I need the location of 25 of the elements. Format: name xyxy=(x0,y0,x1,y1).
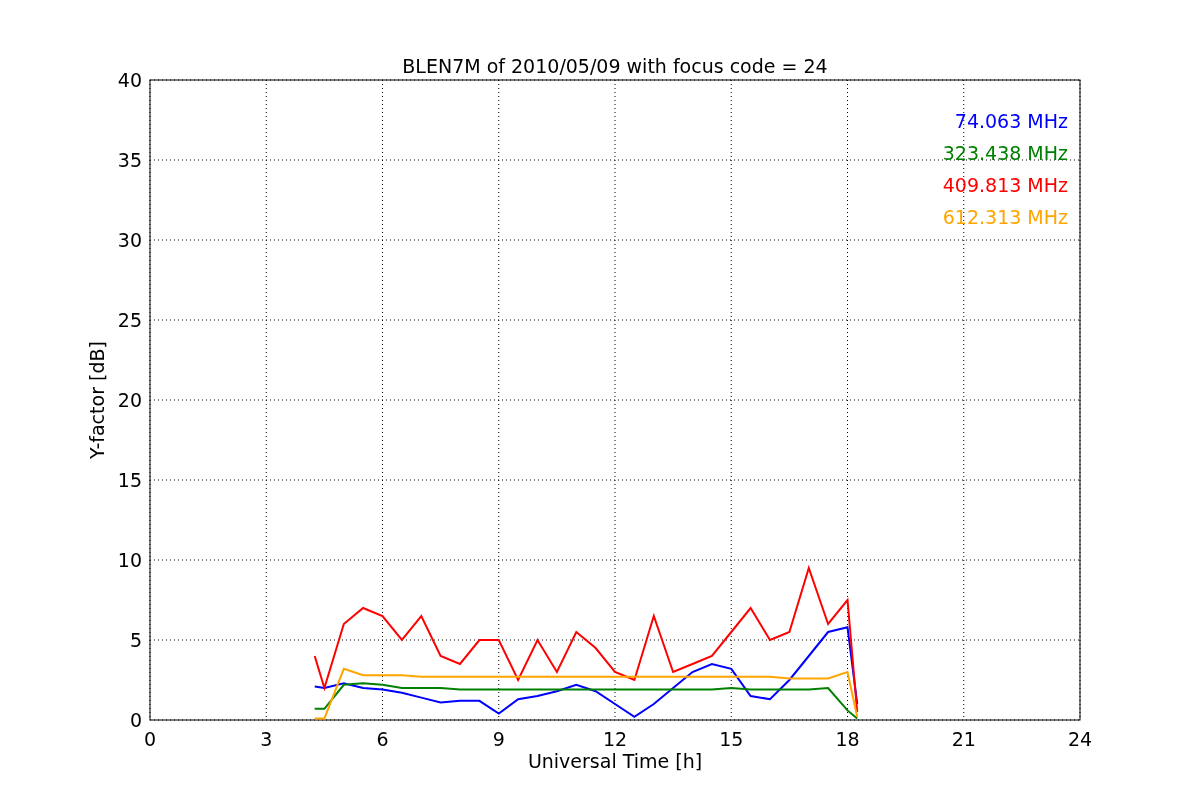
y-tick-label: 15 xyxy=(117,469,142,491)
x-tick-label: 6 xyxy=(376,728,389,750)
chart-title: BLEN7M of 2010/05/09 with focus code = 24 xyxy=(402,55,828,77)
y-tick-label: 35 xyxy=(117,149,142,171)
x-tick-label: 9 xyxy=(492,728,505,750)
y-tick-label: 10 xyxy=(117,549,142,571)
x-tick-label: 3 xyxy=(260,728,273,750)
y-tick-label: 40 xyxy=(117,69,142,91)
x-tick-label: 15 xyxy=(719,728,744,750)
legend-label: 612.313 MHz xyxy=(942,206,1068,228)
x-axis-label: Universal Time [h] xyxy=(527,750,703,772)
y-tick-label: 30 xyxy=(117,229,142,251)
y-axis-label: Y-factor [dB] xyxy=(86,341,108,459)
legend-label: 323.438 MHz xyxy=(942,142,1068,164)
legend-label: 409.813 MHz xyxy=(942,174,1068,196)
y-tick-label: 5 xyxy=(129,629,142,651)
x-tick-label: 18 xyxy=(835,728,860,750)
x-tick-label: 12 xyxy=(602,728,628,750)
x-tick-label: 0 xyxy=(143,728,157,750)
y-tick-label: 25 xyxy=(117,309,142,331)
x-tick-label: 21 xyxy=(951,728,976,750)
x-tick-label: 24 xyxy=(1067,728,1093,750)
legend-label: 74.063 MHz xyxy=(954,110,1068,132)
y-tick-label: 0 xyxy=(129,709,142,731)
y-tick-label: 20 xyxy=(117,389,142,411)
